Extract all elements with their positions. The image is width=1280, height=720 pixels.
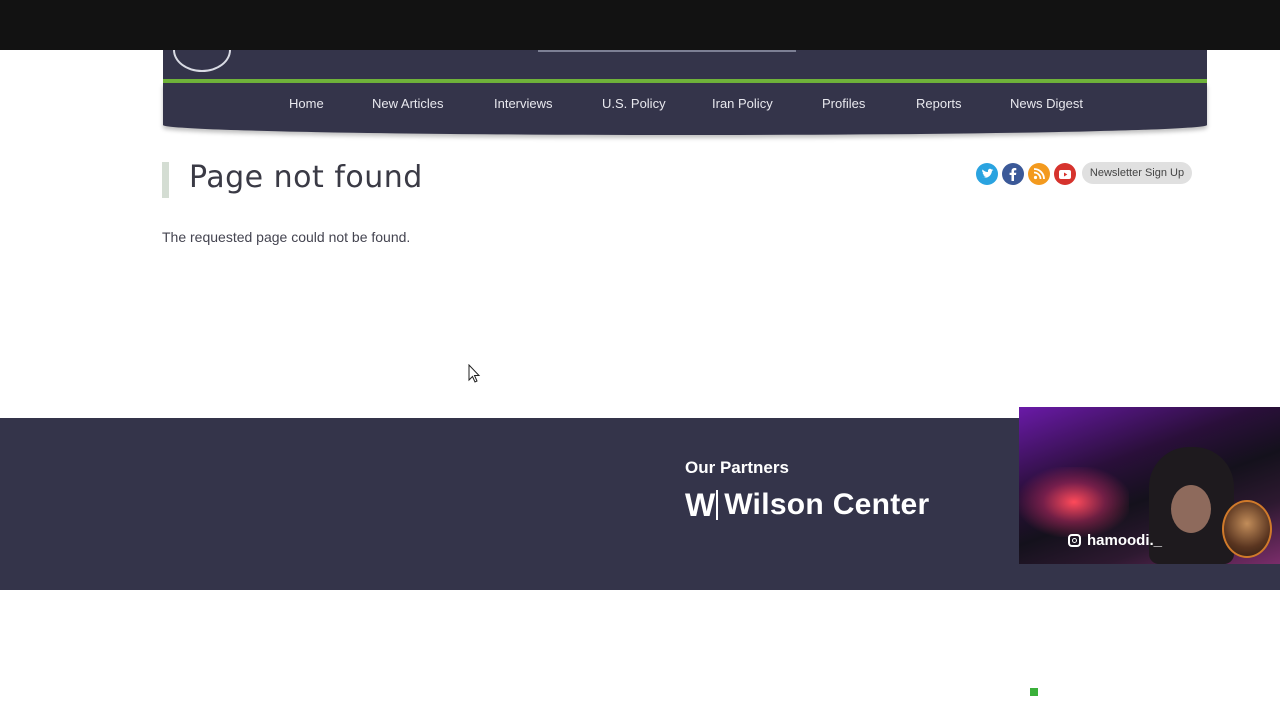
instagram-icon [1068, 534, 1081, 547]
nav-item-new-articles[interactable]: New Articles [372, 96, 444, 111]
partners-label: Our Partners [685, 458, 789, 477]
nav-item-reports[interactable]: Reports [916, 96, 962, 111]
status-favicon-icon [1030, 688, 1038, 696]
main-navigation: Home New Articles Interviews U.S. Policy… [163, 83, 1207, 135]
wilson-center-name: Wilson Center [724, 488, 930, 521]
title-accent-bar [162, 162, 169, 198]
page-title: Page not found [189, 160, 423, 195]
nav-item-profiles[interactable]: Profiles [822, 96, 865, 111]
site-header [163, 50, 1207, 80]
nav-item-news-digest[interactable]: News Digest [1010, 96, 1083, 111]
wilson-center-logo[interactable]: W Wilson Center [685, 487, 930, 523]
streamer-avatar [1222, 500, 1272, 558]
browser-top-bar [0, 0, 1280, 50]
nav-item-us-policy[interactable]: U.S. Policy [602, 96, 666, 111]
facebook-icon[interactable] [1002, 163, 1024, 185]
youtube-icon[interactable] [1054, 163, 1076, 185]
masthead-graphic [538, 50, 796, 52]
rss-icon[interactable] [1028, 163, 1050, 185]
streamer-face [1171, 485, 1211, 533]
webcam-handle-text: hamoodi._ [1087, 532, 1163, 549]
nav-item-iran-policy[interactable]: Iran Policy [712, 96, 773, 111]
mouse-cursor-icon [468, 364, 481, 383]
site-logo-icon[interactable] [173, 50, 231, 72]
twitter-icon[interactable] [976, 163, 998, 185]
webcam-handle: hamoodi._ [1068, 532, 1162, 549]
newsletter-signup-button[interactable]: Newsletter Sign Up [1082, 162, 1192, 184]
browser-status-url [1030, 686, 1280, 700]
wilson-center-mark-icon: W [685, 486, 715, 523]
nav-item-interviews[interactable]: Interviews [494, 96, 553, 111]
not-found-message: The requested page could not be found. [162, 229, 411, 245]
wilson-center-divider [716, 490, 719, 520]
nav-item-home[interactable]: Home [289, 96, 324, 111]
